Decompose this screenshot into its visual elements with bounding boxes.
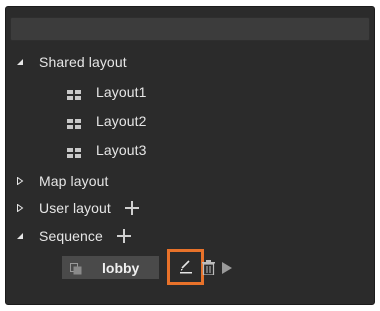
tree-node-sequence[interactable]: Sequence <box>6 224 131 248</box>
tree-node-label: User layout <box>39 200 111 216</box>
tree-item-layout2[interactable]: Layout2 <box>6 109 147 133</box>
trash-icon[interactable] <box>202 260 215 276</box>
tree-item-layout1[interactable]: Layout1 <box>6 80 147 104</box>
sequence-item-label: lobby <box>102 259 140 276</box>
grid-icon <box>67 116 81 129</box>
collapsed-arrow-icon[interactable] <box>15 176 25 186</box>
plus-icon[interactable] <box>124 201 139 215</box>
expanded-arrow-icon[interactable] <box>15 231 25 241</box>
grid-icon <box>67 145 81 158</box>
tree-node-label: Sequence <box>39 228 103 244</box>
tree-node-user-layout[interactable]: User layout <box>6 196 139 220</box>
edit-button[interactable] <box>167 249 204 285</box>
tree-node-label: Map layout <box>39 173 109 189</box>
layout-panel: Shared layout Layout1 Layout2 Layout3 Ma… <box>5 6 375 305</box>
sequence-item-lobby[interactable]: lobby <box>62 256 159 279</box>
expanded-arrow-icon[interactable] <box>15 57 25 67</box>
plus-icon[interactable] <box>116 229 131 243</box>
play-icon[interactable] <box>221 261 233 275</box>
tree-item-layout3[interactable]: Layout3 <box>6 138 147 162</box>
tree-item-label: Layout2 <box>96 113 147 129</box>
tree-node-label: Shared layout <box>39 54 127 70</box>
tree-item-label: Layout1 <box>96 84 147 100</box>
search-input[interactable] <box>10 17 370 41</box>
pencil-icon <box>178 258 194 277</box>
tree-node-shared-layout[interactable]: Shared layout <box>6 50 127 74</box>
collapsed-arrow-icon[interactable] <box>15 203 25 213</box>
tree-item-label: Layout3 <box>96 142 147 158</box>
copy-icon <box>70 262 82 274</box>
tree-node-map-layout[interactable]: Map layout <box>6 169 108 193</box>
grid-icon <box>67 87 81 100</box>
